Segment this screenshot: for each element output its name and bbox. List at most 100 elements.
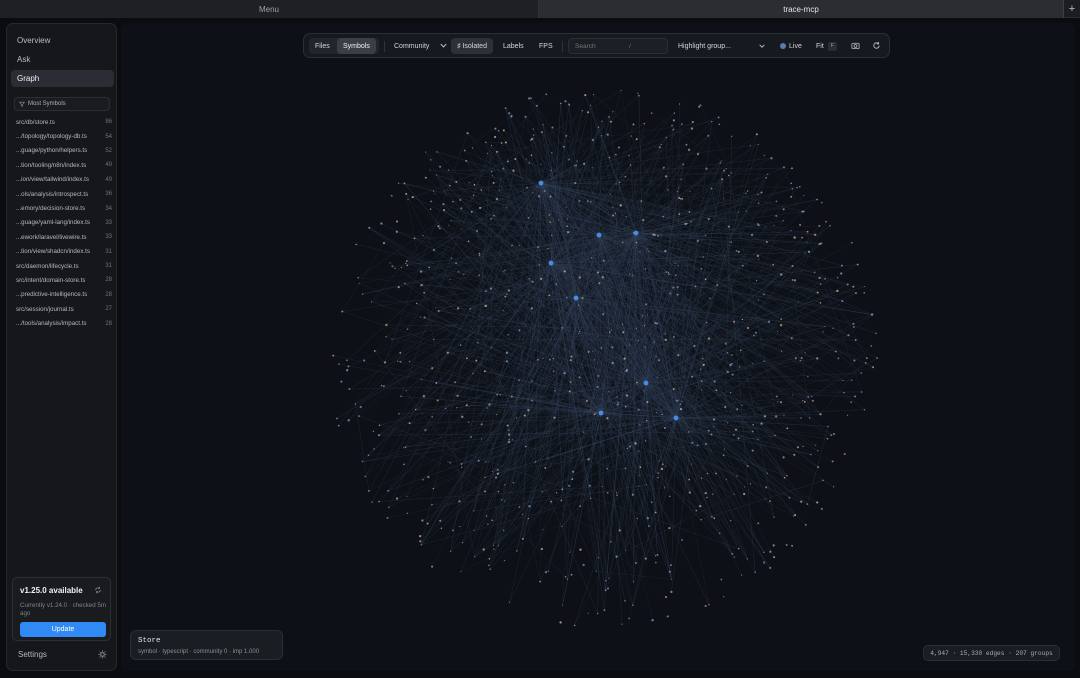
graph-node (607, 587, 609, 590)
list-item[interactable]: ...ework/laravel/livewire.ts 33 (16, 230, 112, 244)
symbols-mode-button[interactable]: Symbols (337, 38, 376, 54)
graph-node (812, 399, 814, 402)
update-button[interactable]: Update (20, 622, 106, 637)
graph-node (533, 134, 535, 136)
graph-node (685, 222, 688, 225)
graph-node (840, 264, 843, 267)
highlight-group-select[interactable]: Highlight group... (672, 38, 770, 54)
list-item[interactable]: .../tools/analysis/impact.ts 28 (16, 316, 112, 330)
graph-node (425, 151, 427, 153)
community-button[interactable]: Community (388, 38, 435, 54)
list-item[interactable]: ...emory/decision-store.ts 34 (16, 201, 112, 215)
search-box[interactable]: / (568, 38, 668, 54)
network-graph[interactable] (121, 23, 1075, 671)
files-mode-button[interactable]: Files (309, 38, 336, 54)
graph-node (656, 554, 659, 556)
list-item[interactable]: ...ion/view/tailwind/index.ts 49 (16, 173, 112, 187)
graph-node (507, 333, 510, 336)
graph-node (760, 422, 763, 425)
graph-node (496, 472, 499, 475)
graph-node (690, 127, 694, 130)
graph-node (610, 120, 612, 123)
graph-node (734, 428, 738, 431)
list-item[interactable]: ...guage/yaml-lang/index.ts 33 (16, 216, 112, 230)
list-item[interactable]: ...predictive-intelligence.ts 28 (16, 288, 112, 302)
graph-node (793, 236, 796, 239)
graph-node (508, 438, 511, 441)
graph-node (639, 466, 642, 469)
graph-node (741, 404, 743, 407)
graph-canvas[interactable] (121, 23, 1075, 671)
graph-node (526, 186, 528, 189)
graph-node (550, 169, 553, 172)
graph-node (763, 360, 765, 362)
list-item[interactable]: .../topology/topology-db.ts 54 (16, 129, 112, 143)
graph-node (690, 463, 693, 465)
graph-node (717, 116, 720, 119)
graph-node (524, 445, 527, 448)
graph-node (604, 589, 607, 592)
graph-node (459, 525, 461, 528)
fps-toggle[interactable]: FPS (533, 38, 559, 54)
chevron-down-icon[interactable] (439, 41, 448, 50)
graph-node (712, 418, 716, 421)
dismiss-icon[interactable] (94, 586, 102, 594)
graph-node (693, 344, 696, 348)
graph-node (763, 415, 767, 418)
graph-node (788, 496, 791, 499)
graph-node (816, 291, 819, 294)
graph-node (481, 438, 483, 440)
graph-node (806, 503, 809, 505)
graph-node (511, 114, 513, 117)
live-toggle[interactable]: Live (774, 38, 808, 54)
nav-graph[interactable]: Graph (11, 70, 114, 87)
refresh-icon[interactable] (872, 41, 881, 50)
labels-toggle[interactable]: Labels (497, 38, 530, 54)
sort-filter[interactable]: Most Symbols (14, 97, 110, 111)
graph-node (616, 494, 618, 496)
graph-node (616, 396, 618, 398)
graph-node (566, 225, 569, 228)
graph-edge (540, 95, 640, 184)
list-item[interactable]: ...ols/analysis/introspect.ts 36 (16, 187, 112, 201)
graph-node (796, 186, 799, 189)
new-tab-button[interactable]: + (1063, 0, 1080, 18)
list-item[interactable]: ...tion/view/shadcn/index.ts 31 (16, 245, 112, 259)
graph-node (592, 93, 595, 96)
graph-node (727, 225, 730, 228)
graph-node (414, 408, 417, 411)
tab-menu[interactable]: Menu (0, 0, 539, 18)
graph-node (504, 269, 506, 271)
nav-ask[interactable]: Ask (11, 51, 114, 68)
tab-trace-mcp[interactable]: trace-mcp (539, 0, 1063, 18)
graph-node (757, 193, 759, 196)
sun-icon[interactable] (98, 650, 107, 659)
list-item[interactable]: ...tion/tooling/n8n/index.ts 49 (16, 158, 112, 172)
graph-node (391, 265, 394, 268)
list-item[interactable]: src/daemon/lifecycle.ts 31 (16, 259, 112, 273)
graph-node (651, 619, 654, 622)
search-input[interactable] (575, 42, 627, 50)
graph-node (450, 257, 452, 259)
list-item[interactable]: ...guage/python/helpers.ts 52 (16, 144, 112, 158)
screenshot-icon[interactable] (851, 41, 860, 50)
list-item[interactable]: src/session/journal.ts 27 (16, 302, 112, 316)
graph-node (473, 556, 476, 558)
graph-node (551, 126, 554, 129)
nav-overview[interactable]: Overview (11, 32, 114, 49)
list-item[interactable]: src/intent/domain-store.ts 28 (16, 273, 112, 287)
graph-node (621, 623, 623, 625)
settings-link[interactable]: Settings (18, 650, 47, 659)
graph-node (555, 283, 558, 286)
graph-node (854, 395, 857, 398)
list-item[interactable]: src/db/store.ts 86 (16, 115, 112, 129)
graph-node (399, 351, 402, 354)
graph-node (338, 363, 340, 365)
isolated-toggle[interactable]: ♯ Isolated (451, 38, 493, 54)
graph-node (593, 413, 596, 416)
graph-node (490, 144, 493, 146)
file-name: ...tion/view/shadcn/index.ts (16, 248, 90, 256)
fit-button[interactable]: Fit F (810, 38, 843, 54)
graph-node (711, 516, 713, 518)
graph-node (493, 214, 495, 217)
